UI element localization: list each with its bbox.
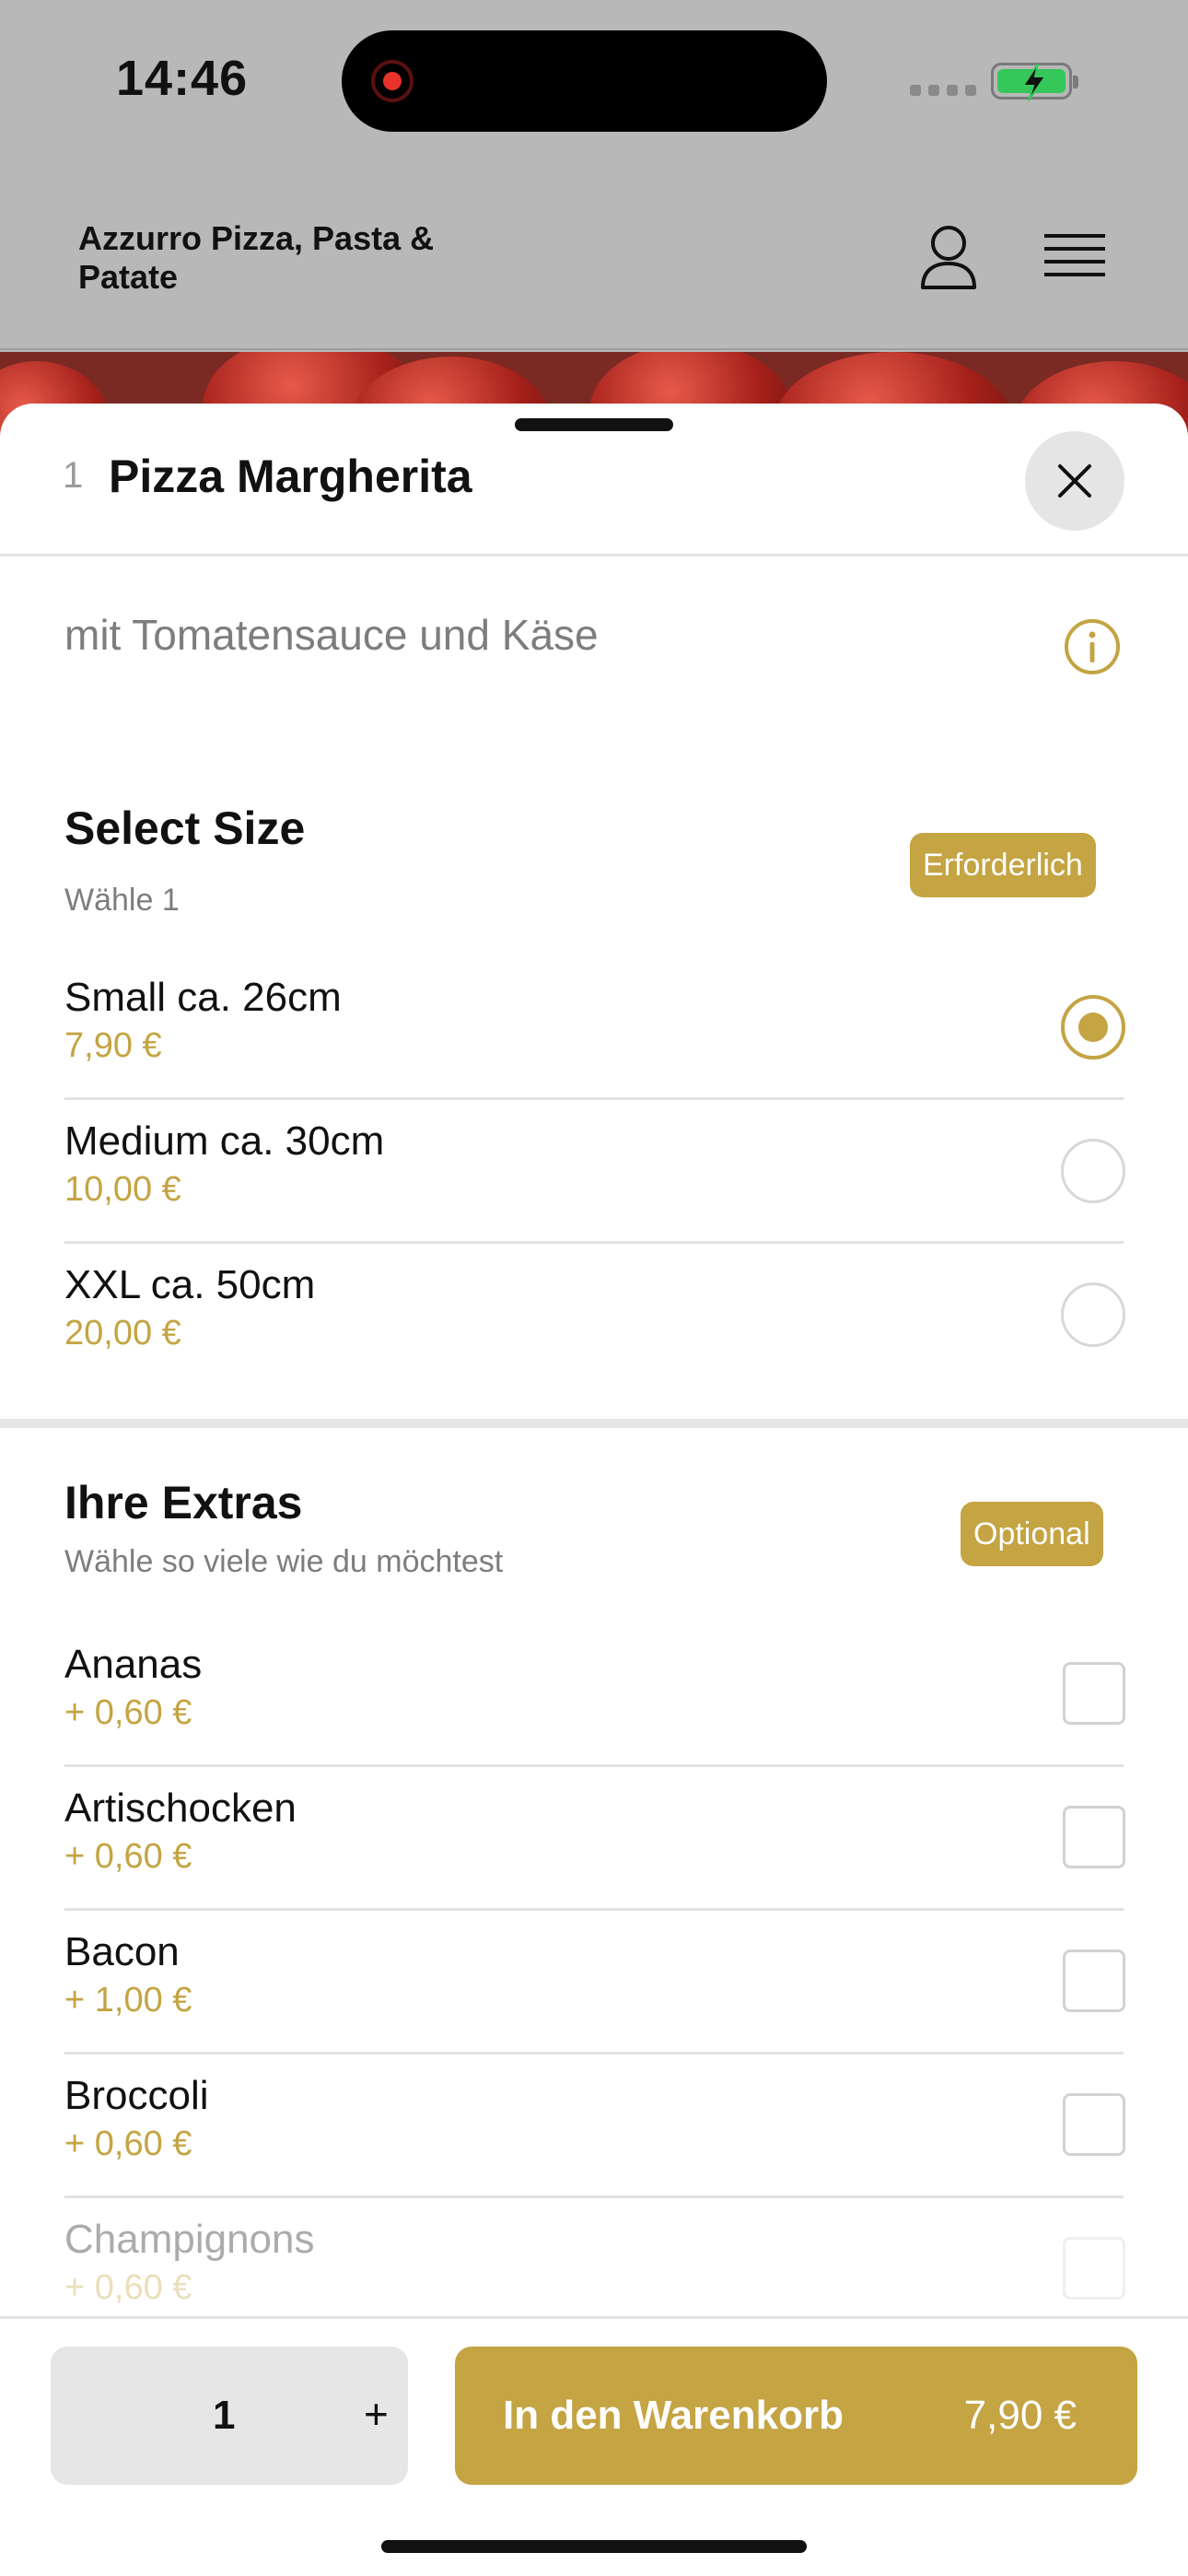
cellular-signal-icon bbox=[910, 85, 976, 96]
size-section-subtitle: Wähle 1 bbox=[64, 883, 180, 918]
extra-option-price: + 0,60 € bbox=[64, 2125, 192, 2163]
size-option-price: 10,00 € bbox=[64, 1170, 181, 1209]
extra-option-price: + 0,60 € bbox=[64, 1693, 192, 1732]
size-option-name: XXL ca. 50cm bbox=[64, 1262, 316, 1307]
extra-option-name: Champignons bbox=[64, 2217, 315, 2262]
extra-checkbox[interactable] bbox=[1063, 1662, 1125, 1725]
extra-checkbox[interactable] bbox=[1063, 2093, 1125, 2156]
sheet-grabber[interactable] bbox=[515, 418, 673, 431]
recording-indicator-icon bbox=[371, 60, 413, 102]
extra-option[interactable]: Bacon + 1,00 € bbox=[64, 1911, 1125, 2055]
battery-charging-icon bbox=[991, 63, 1078, 101]
optional-badge: Optional bbox=[961, 1502, 1103, 1566]
extra-option-name: Broccoli bbox=[64, 2073, 209, 2118]
hamburger-menu-icon[interactable] bbox=[1044, 230, 1105, 282]
close-button[interactable] bbox=[1025, 431, 1124, 531]
increment-button[interactable]: + bbox=[364, 2389, 389, 2439]
home-indicator[interactable] bbox=[381, 2540, 807, 2553]
size-option[interactable]: Small ca. 26cm 7,90 € bbox=[64, 956, 1125, 1100]
quantity-value: 1 bbox=[213, 2393, 236, 2438]
section-divider bbox=[0, 1419, 1188, 1428]
bottom-action-bar: 1 + In den Warenkorb 7,90 € bbox=[0, 2316, 1188, 2576]
status-bar: 14:46 bbox=[0, 0, 1188, 166]
size-option-name: Medium ca. 30cm bbox=[64, 1118, 385, 1164]
size-radio[interactable] bbox=[1061, 1282, 1125, 1347]
extras-section-subtitle: Wähle so viele wie du möchtest bbox=[64, 1544, 504, 1579]
add-to-cart-label: In den Warenkorb bbox=[503, 2393, 844, 2438]
size-option-name: Small ca. 26cm bbox=[64, 975, 342, 1020]
close-icon bbox=[1058, 464, 1091, 498]
extras-section-title: Ihre Extras bbox=[64, 1477, 303, 1528]
extra-checkbox[interactable] bbox=[1063, 1806, 1125, 1868]
size-radio[interactable] bbox=[1061, 1139, 1125, 1203]
extra-checkbox[interactable] bbox=[1063, 1950, 1125, 2012]
extra-option[interactable]: Artischocken + 0,60 € bbox=[64, 1767, 1125, 1911]
extra-option-price: + 0,60 € bbox=[64, 1837, 192, 1876]
size-radio-selected[interactable] bbox=[1061, 995, 1125, 1060]
size-option[interactable]: XXL ca. 50cm 20,00 € bbox=[64, 1244, 1125, 1388]
extra-option-price: + 0,60 € bbox=[64, 2268, 192, 2307]
restaurant-name: Azzurro Pizza, Pasta & Patate bbox=[78, 219, 435, 296]
extra-option[interactable]: Broccoli + 0,60 € bbox=[64, 2055, 1125, 2198]
size-section-title: Select Size bbox=[64, 802, 306, 854]
item-title: Pizza Margherita bbox=[109, 451, 472, 502]
required-badge: Erforderlich bbox=[910, 833, 1096, 897]
app-header: Azzurro Pizza, Pasta & Patate bbox=[0, 166, 1188, 350]
status-time: 14:46 bbox=[116, 51, 249, 106]
size-option-price: 20,00 € bbox=[64, 1314, 181, 1352]
extra-option-name: Ananas bbox=[64, 1642, 203, 1687]
sheet-header: 1 Pizza Margherita bbox=[0, 404, 1188, 556]
size-option-price: 7,90 € bbox=[64, 1026, 162, 1065]
item-number: 1 bbox=[63, 455, 84, 496]
add-to-cart-price: 7,90 € bbox=[963, 2393, 1077, 2438]
extra-option[interactable]: Ananas + 0,60 € bbox=[64, 1623, 1125, 1767]
size-option[interactable]: Medium ca. 30cm 10,00 € bbox=[64, 1100, 1125, 1244]
info-icon[interactable] bbox=[1064, 618, 1121, 675]
product-sheet: 1 Pizza Margherita mit Tomatensauce und … bbox=[0, 404, 1188, 2576]
extra-option-price: + 1,00 € bbox=[64, 1981, 192, 2020]
user-account-icon[interactable] bbox=[917, 223, 980, 291]
extra-option-name: Artischocken bbox=[64, 1786, 297, 1831]
item-description: mit Tomatensauce und Käse bbox=[64, 611, 599, 659]
extra-option-name: Bacon bbox=[64, 1929, 180, 1974]
quantity-stepper[interactable]: 1 + bbox=[51, 2347, 408, 2485]
extra-checkbox[interactable] bbox=[1063, 2237, 1125, 2300]
add-to-cart-button[interactable]: In den Warenkorb 7,90 € bbox=[455, 2347, 1137, 2485]
dynamic-island bbox=[342, 30, 827, 132]
